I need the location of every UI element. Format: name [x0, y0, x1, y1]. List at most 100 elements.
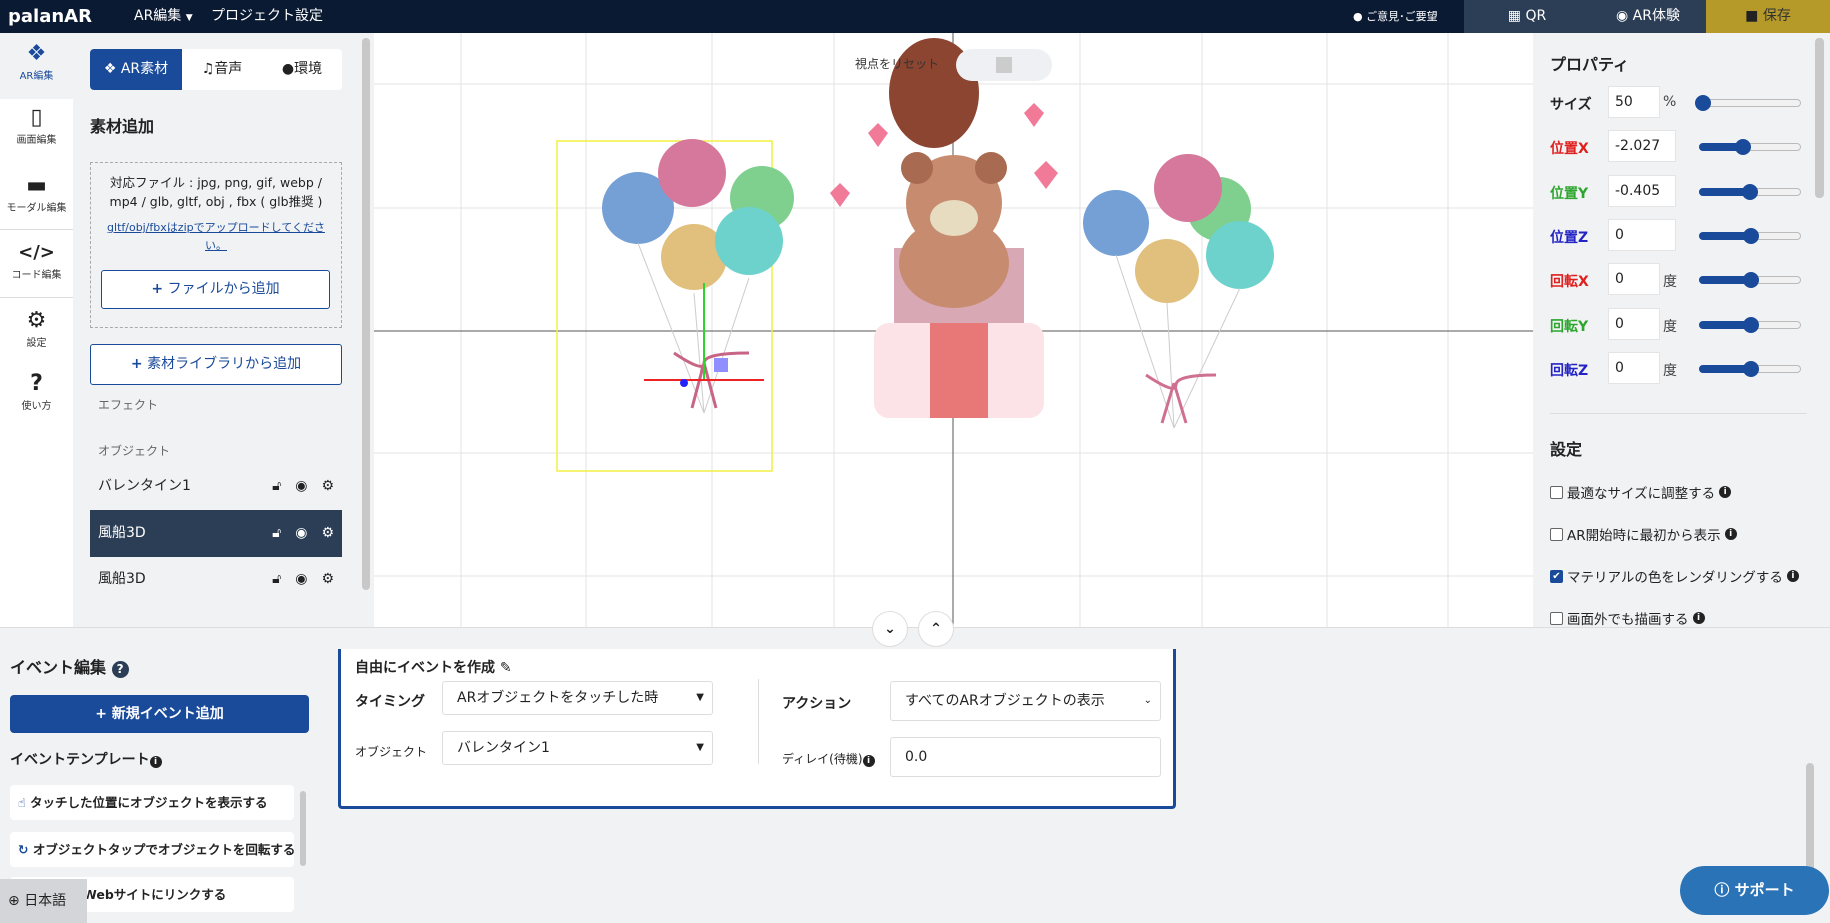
- ar-experience-button[interactable]: ◉ AR体験: [1590, 0, 1706, 33]
- gear-icon[interactable]: ⚙: [321, 556, 334, 603]
- unlock-icon[interactable]: 🔓︎: [272, 510, 281, 557]
- hand-pointer-icon: ☝: [18, 795, 26, 810]
- template-item[interactable]: ↻ オブジェクトタップでオブジェクトを回転する: [10, 832, 294, 867]
- unlock-icon[interactable]: 🔓︎: [272, 556, 281, 603]
- template-item[interactable]: ☝ タッチした位置にオブジェクトを表示する: [10, 785, 294, 820]
- reset-view-label[interactable]: 視点をリセット: [855, 55, 939, 72]
- checkbox[interactable]: ✔: [1550, 569, 1563, 583]
- slider-knob[interactable]: [1743, 272, 1759, 289]
- save-button[interactable]: ■ 保存: [1706, 0, 1830, 33]
- slider-knob[interactable]: [1734, 139, 1751, 156]
- feedback-link[interactable]: ● ご意見･ご要望: [1353, 0, 1438, 33]
- checkbox[interactable]: [1550, 527, 1563, 541]
- timing-select[interactable]: ARオブジェクトをタッチした時 ▼: [442, 681, 713, 715]
- prop-slider[interactable]: [1695, 95, 1801, 111]
- qr-button[interactable]: ▦ QR: [1464, 0, 1590, 33]
- rail-item-code-edit[interactable]: </> コード編集: [0, 240, 73, 300]
- action-select[interactable]: すべてのARオブジェクトの表示 ⌄: [890, 681, 1161, 721]
- rail-item-modal-edit[interactable]: ▬ モーダル編集: [0, 173, 73, 233]
- slider-knob[interactable]: [1743, 360, 1759, 377]
- card-title-text: 自由にイベントを作成: [355, 660, 495, 676]
- prop-slider[interactable]: [1699, 139, 1801, 156]
- collapse-button[interactable]: ⌄: [872, 611, 908, 647]
- expand-button[interactable]: ⌃: [918, 611, 954, 647]
- support-button[interactable]: ⓘ サポート: [1680, 866, 1829, 915]
- tab-ar-assets[interactable]: ❖ AR素材: [90, 49, 182, 90]
- slider-knob[interactable]: [1695, 95, 1712, 111]
- language-button[interactable]: ⊕ 日本語: [0, 879, 87, 923]
- slider-knob[interactable]: [1743, 316, 1759, 333]
- unlock-icon[interactable]: 🔓︎: [272, 463, 281, 510]
- add-from-file-button[interactable]: + ファイルから追加: [101, 270, 330, 309]
- view-toggle[interactable]: [956, 49, 1052, 81]
- prop-input[interactable]: 0: [1608, 263, 1660, 296]
- rail-item-settings[interactable]: ⚙ 設定: [0, 308, 73, 368]
- object-row[interactable]: 風船3D 🔓︎ ◉ ⚙: [90, 556, 342, 603]
- zip-note-link[interactable]: gltf/obj/fbxはzipでアップロードしてください。: [91, 219, 341, 255]
- select-value: バレンタイン1: [457, 740, 550, 756]
- help-icon[interactable]: ?: [111, 661, 129, 678]
- rail-item-ar-edit[interactable]: ❖ AR編集: [0, 33, 73, 99]
- eye-icon: ◉: [1616, 8, 1629, 24]
- tab-audio[interactable]: ♫音声: [182, 49, 262, 90]
- eye-icon[interactable]: ◉: [295, 510, 307, 557]
- object-row-selected[interactable]: 風船3D 🔓︎ ◉ ⚙: [90, 510, 342, 557]
- rail-item-help[interactable]: ? 使い方: [0, 371, 73, 431]
- comment-icon: ▬: [26, 173, 47, 198]
- left-panel-scrollbar[interactable]: [362, 38, 370, 590]
- rail-label: 画面編集: [16, 135, 57, 146]
- prop-slider[interactable]: [1699, 227, 1801, 244]
- prop-input[interactable]: -2.027: [1608, 130, 1676, 163]
- asset-tabs: ❖ AR素材 ♫音声 ●環境: [90, 49, 342, 90]
- slider-knob[interactable]: [1741, 183, 1758, 200]
- checkbox[interactable]: [1550, 485, 1563, 499]
- object-row[interactable]: バレンタイン1 🔓︎ ◉ ⚙: [90, 463, 342, 510]
- template-scrollbar[interactable]: [300, 791, 306, 866]
- prop-slider[interactable]: [1699, 360, 1801, 377]
- prop-slider[interactable]: [1699, 316, 1801, 333]
- add-from-library-button[interactable]: + 素材ライブラリから追加: [90, 344, 342, 385]
- right-panel-scrollbar[interactable]: [1815, 38, 1824, 198]
- object-select[interactable]: バレンタイン1 ▼: [442, 731, 713, 765]
- 3d-viewport[interactable]: 視点をリセット: [374, 33, 1533, 627]
- prop-input[interactable]: -0.405: [1608, 174, 1676, 207]
- prop-input[interactable]: 0: [1608, 218, 1676, 251]
- prop-label: サイズ: [1550, 97, 1592, 113]
- prop-input[interactable]: 50: [1608, 86, 1660, 118]
- prop-slider[interactable]: [1699, 272, 1801, 289]
- delay-input[interactable]: 0.0: [890, 737, 1161, 777]
- menu-ar-edit[interactable]: AR編集 ▼: [134, 0, 193, 33]
- eye-icon[interactable]: ◉: [295, 463, 307, 510]
- tab-environment[interactable]: ●環境: [262, 49, 342, 90]
- eye-icon[interactable]: ◉: [295, 556, 307, 603]
- new-event-button[interactable]: + 新規イベント追加: [10, 695, 309, 733]
- prop-slider[interactable]: [1699, 183, 1801, 200]
- edit-icon[interactable]: ✎: [500, 660, 512, 676]
- page-scrollbar[interactable]: [1806, 763, 1814, 873]
- gear-icon[interactable]: ⚙: [321, 510, 334, 557]
- object-label: オブジェクト: [98, 444, 171, 458]
- rail-item-screen-edit[interactable]: ▯ 画面編集: [0, 105, 73, 165]
- logo[interactable]: palanAR: [8, 0, 92, 33]
- delay-label-text: ディレイ(待機): [782, 752, 863, 766]
- checkbox[interactable]: [1550, 611, 1563, 625]
- setting-checkbox-row[interactable]: AR開始時に最初から表示 i: [1550, 524, 1737, 544]
- prop-input[interactable]: 0: [1608, 307, 1660, 340]
- slider-knob[interactable]: [1743, 227, 1759, 244]
- prop-input[interactable]: 0: [1608, 351, 1660, 384]
- divider: [0, 229, 73, 230]
- menu-project-settings[interactable]: プロジェクト設定: [211, 0, 323, 33]
- setting-checkbox-row[interactable]: 画面外でも描画する i: [1550, 608, 1705, 628]
- rail-label: 設定: [26, 338, 47, 349]
- event-edit-title-text: イベント編集: [10, 658, 107, 677]
- setting-checkbox-row[interactable]: ✔ マテリアルの色をレンダリングする i: [1550, 566, 1799, 586]
- template-title-text: イベントテンプレート: [10, 752, 150, 768]
- chevron-down-icon: ▼: [696, 692, 704, 703]
- setting-checkbox-row[interactable]: 最適なサイズに調整する i: [1550, 482, 1732, 502]
- prop-label: 回転Y: [1550, 318, 1589, 335]
- chevron-down-icon: ▼: [185, 13, 193, 23]
- gear-icon[interactable]: ⚙: [321, 463, 334, 510]
- info-icon: i: [1719, 486, 1732, 498]
- teddy-bear-gift: [830, 38, 1058, 418]
- event-editor: ⌄ ⌃ イベント編集 ? + 新規イベント追加 イベントテンプレート i ☝ タッ…: [0, 611, 1830, 923]
